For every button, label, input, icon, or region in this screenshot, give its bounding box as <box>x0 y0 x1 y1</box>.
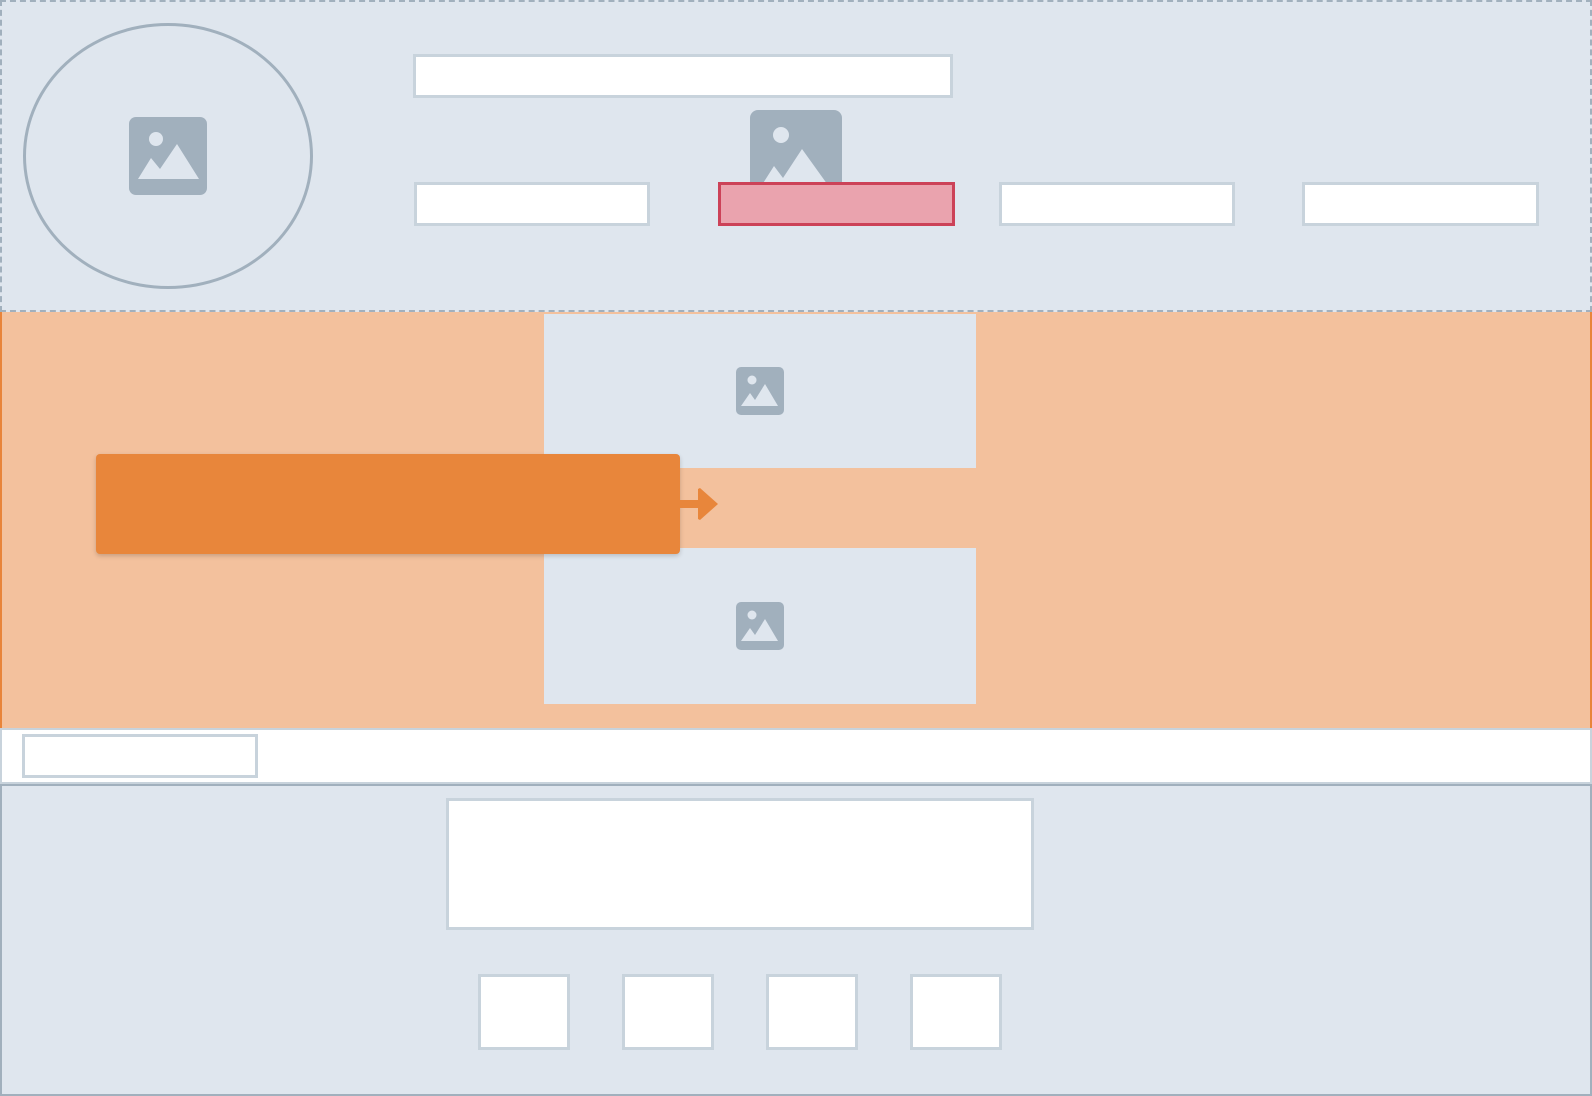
nav-item-4[interactable] <box>1302 182 1539 226</box>
tag-text <box>25 737 255 775</box>
footer-thumbnail-1[interactable] <box>478 974 570 1050</box>
footer-thumbnail-4[interactable] <box>910 974 1002 1050</box>
nav-item-1[interactable] <box>414 182 650 226</box>
thumbnail-label <box>913 977 999 1047</box>
nav-item-3[interactable] <box>999 182 1235 226</box>
nav-item-label <box>417 185 647 223</box>
footer-text <box>449 801 1031 927</box>
tag-placeholder[interactable] <box>22 734 258 778</box>
nav-item-label <box>1002 185 1232 223</box>
wireframe-canvas <box>0 0 1592 1096</box>
hero-image-top <box>544 314 976 468</box>
image-icon <box>736 367 784 415</box>
nav-item-2-active[interactable] <box>718 182 955 226</box>
image-icon <box>750 110 842 190</box>
thumbnail-label <box>769 977 855 1047</box>
footer-text-block <box>446 798 1034 930</box>
arrow-right-icon <box>680 488 720 520</box>
hero-image-bottom <box>544 548 976 704</box>
footer-thumbnail-2[interactable] <box>622 974 714 1050</box>
header-title-text <box>416 57 950 95</box>
image-icon <box>129 117 207 195</box>
nav-item-label <box>1305 185 1536 223</box>
cta-label <box>96 454 680 554</box>
thumbnail-label <box>625 977 711 1047</box>
logo-placeholder[interactable] <box>23 23 313 289</box>
image-icon <box>736 602 784 650</box>
header-title-placeholder <box>413 54 953 98</box>
cta-button[interactable] <box>96 454 680 554</box>
thumbnail-label <box>481 977 567 1047</box>
footer-thumbnail-3[interactable] <box>766 974 858 1050</box>
nav-item-label <box>721 185 952 223</box>
